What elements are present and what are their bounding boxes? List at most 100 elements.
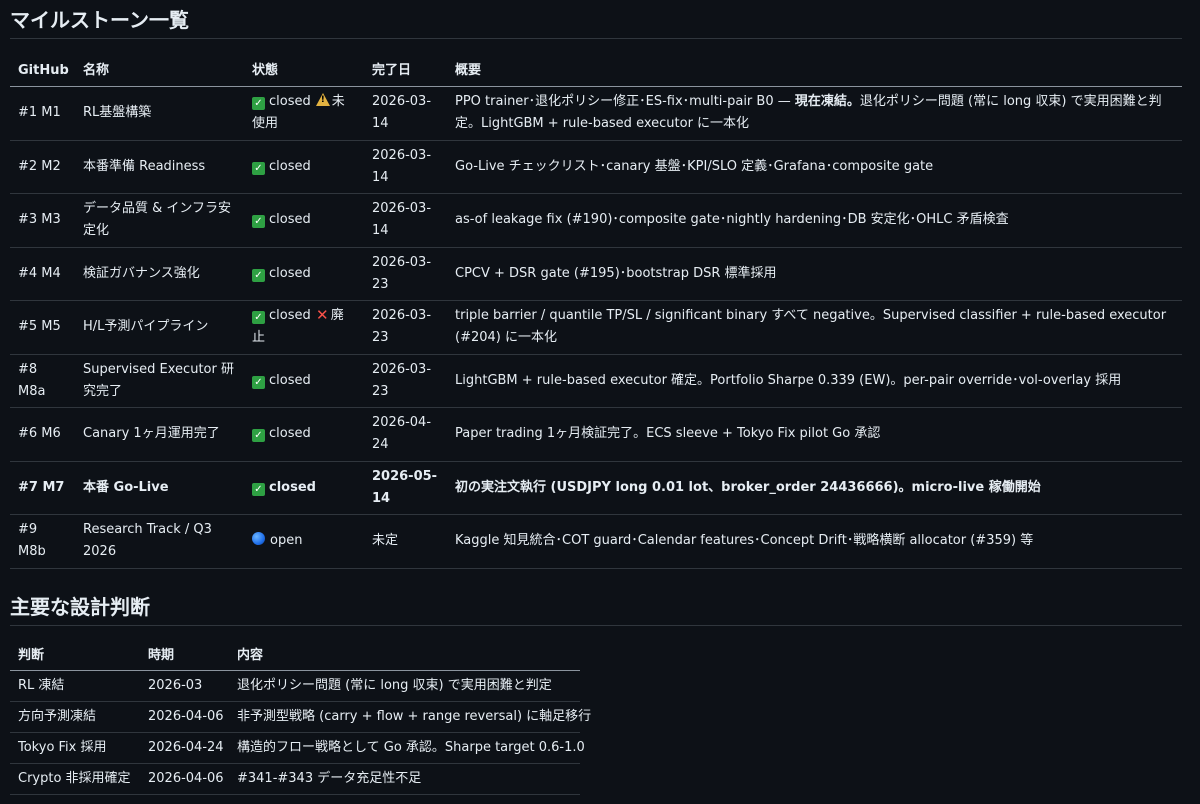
summary-text: Paper trading 1ヶ月検証完了。ECS sleeve + Tokyo…: [455, 426, 881, 442]
status-label: closed: [269, 158, 311, 174]
milestones-header-row: GitHub 名称 状態 完了日 概要: [10, 56, 1182, 87]
name-cell: 本番準備 Readiness: [75, 140, 244, 194]
period-cell: 2026-04-06: [140, 763, 229, 796]
summary-cell: CPCV + DSR gate (#195)･bootstrap DSR 標準採…: [447, 247, 1182, 301]
milestones-heading: マイルストーン一覧: [10, 2, 1182, 39]
status-cell: ✓closed未使用: [244, 86, 364, 141]
content-cell: 構造的フロー戦略として Go 承認。Sharpe target 0.6-1.0: [229, 732, 585, 765]
check-icon: ✓: [252, 429, 265, 443]
github-cell[interactable]: #8 M8a: [10, 354, 75, 408]
summary-text: CPCV + DSR gate (#195)･bootstrap DSR 標準採…: [455, 265, 777, 281]
table-row: #9 M8b Research Track / Q3 2026 open 未定 Kagg…: [10, 514, 1182, 569]
status-cell: ✓ closed: [244, 407, 364, 462]
summary-text: Kaggle 知見統合･COT guard･Calendar features･…: [455, 533, 1034, 549]
summary-text: Go-Live チェックリスト･canary 基盤･KPI/SLO 定義･Gra…: [455, 158, 934, 174]
github-cell[interactable]: #9 M8b: [10, 514, 75, 569]
col-summary: 概要: [447, 56, 1182, 87]
table-row: #3 M3 データ品質 & インフラ安定化 ✓ closed 2026-03-14 as-…: [10, 193, 1182, 248]
content-cell: 非予測型戦略 (carry + flow + range reversal) に…: [229, 701, 591, 733]
summary-text: LightGBM + rule-based executor 確定。Portfo…: [455, 372, 1122, 388]
status-cell: ✓ closed: [244, 354, 364, 408]
decision-cell: RL 凍結: [10, 670, 140, 702]
col-content: 内容: [229, 641, 580, 671]
name-cell: Research Track / Q3 2026: [75, 514, 244, 569]
github-cell[interactable]: #4 M4: [10, 247, 75, 301]
status-cell: open: [244, 514, 364, 569]
status-label: closed: [269, 265, 311, 281]
table-row: #5 M5 H/L予測パイプライン ✓ closed ✕ 廃止 2026-03-23 trip…: [10, 300, 1182, 355]
github-cell[interactable]: #6 M6: [10, 407, 75, 462]
table-row: #2 M2 本番準備 Readiness ✓ closed 2026-03-14 Go-L…: [10, 140, 1182, 194]
summary-cell: PPO trainer･退化ポリシー修正･ES-fix･multi-pair B…: [447, 86, 1182, 141]
github-cell[interactable]: #2 M2: [10, 140, 75, 194]
date-cell: 2026-03-23: [364, 300, 447, 355]
check-icon: ✓: [252, 215, 265, 229]
github-cell[interactable]: #3 M3: [10, 193, 75, 248]
summary-strong: 現在凍結。: [794, 94, 860, 110]
table-row: 方向予測凍結 2026-04-06 非予測型戦略 (carry + flow + r…: [10, 701, 591, 733]
date-cell: 2026-03-14: [364, 193, 447, 248]
date-cell: 未定: [364, 514, 447, 569]
github-cell[interactable]: #7 M7: [10, 461, 75, 515]
check-icon: ✓: [252, 268, 265, 282]
github-cell[interactable]: #5 M5: [10, 300, 75, 355]
date-cell: 2026-03-23: [364, 247, 447, 301]
check-icon: ✓: [252, 161, 265, 175]
summary-cell: Paper trading 1ヶ月検証完了。ECS sleeve + Tokyo…: [447, 407, 1182, 462]
name-cell: Canary 1ヶ月運用完了: [75, 407, 244, 462]
check-icon: ✓: [252, 375, 265, 389]
date-cell: 2026-04-24: [364, 407, 447, 462]
status-label: closed: [269, 479, 316, 495]
summary-text: triple barrier / quantile TP/SL / signif…: [455, 308, 1167, 346]
github-cell[interactable]: #1 M1: [10, 86, 75, 141]
blue-circle-icon: [252, 532, 265, 546]
status-label: open: [270, 533, 303, 549]
decision-cell: 方向予測凍結: [10, 701, 140, 733]
warning-icon: [315, 93, 330, 107]
status-cell: ✓ closed: [244, 193, 364, 248]
status-cell: ✓ closed: [244, 140, 364, 194]
summary-cell: as-of leakage fix (#190)･composite gate･…: [447, 193, 1182, 248]
name-cell: データ品質 & インフラ安定化: [75, 193, 244, 248]
table-row: #6 M6 Canary 1ヶ月運用完了 ✓ closed 2026-04-24 Pape…: [10, 407, 1182, 462]
summary-text: 初の実注文執行 (USDJPY long 0.01 lot、broker_ord…: [455, 479, 1041, 495]
check-icon: ✓: [252, 311, 265, 325]
col-status: 状態: [244, 56, 364, 87]
name-cell: 本番 Go-Live: [75, 461, 244, 515]
summary-cell: Kaggle 知見統合･COT guard･Calendar features･…: [447, 514, 1182, 569]
status-label: closed: [269, 308, 311, 324]
table-row: #8 M8a Supervised Executor 研究完了 ✓ closed 202…: [10, 354, 1182, 408]
summary-cell: triple barrier / quantile TP/SL / signif…: [447, 300, 1182, 355]
table-row: #4 M4 検証ガバナンス強化 ✓ closed 2026-03-23 CPCV + DS…: [10, 247, 1182, 301]
content-cell: 退化ポリシー問題 (常に long 収束) で実用困難と判定: [229, 670, 580, 702]
status-label: closed: [269, 94, 311, 110]
table-row: Crypto 非採用確定 2026-04-06 #341-#343 データ充足性不足: [10, 763, 580, 796]
status-cell: ✓ closed: [244, 461, 364, 515]
status-label: closed: [269, 372, 311, 388]
summary-text: PPO trainer･退化ポリシー修正･ES-fix･multi-pair B…: [455, 94, 795, 110]
status-label: closed: [269, 426, 311, 442]
table-row: #1 M1RL基盤構築✓closed未使用2026-03-14PPO train…: [10, 86, 1182, 141]
table-row: RL 凍結 2026-03 退化ポリシー問題 (常に long 収束) で実用困難と…: [10, 670, 580, 702]
summary-text: as-of leakage fix (#190)･composite gate･…: [455, 212, 1009, 228]
content-cell: #341-#343 データ充足性不足: [229, 763, 580, 796]
cross-icon: ✕: [315, 306, 329, 325]
summary-cell: 初の実注文執行 (USDJPY long 0.01 lot、broker_ord…: [447, 461, 1182, 515]
date-cell: 2026-03-23: [364, 354, 447, 408]
name-cell: 検証ガバナンス強化: [75, 247, 244, 301]
status-label: closed: [269, 212, 311, 228]
name-cell: RL基盤構築: [75, 86, 244, 141]
period-cell: 2026-04-06: [140, 701, 229, 733]
status-cell: ✓ closed: [244, 247, 364, 301]
check-icon: ✓: [252, 482, 265, 496]
check-icon: ✓: [252, 97, 265, 111]
col-name: 名称: [75, 56, 244, 87]
period-cell: 2026-03: [140, 670, 229, 702]
date-cell: 2026-03-14: [364, 140, 447, 194]
summary-cell: Go-Live チェックリスト･canary 基盤･KPI/SLO 定義･Gra…: [447, 140, 1182, 194]
name-cell: Supervised Executor 研究完了: [75, 354, 244, 408]
milestones-table: GitHub 名称 状態 完了日 概要 #1 M1RL基盤構築✓closed未使…: [10, 56, 1182, 569]
document: マイルストーン一覧 GitHub 名称 状態 完了日 概要 #1 M1 RL基盤構…: [10, 0, 1182, 796]
table-row: Tokyo Fix 採用 2026-04-24 構造的フロー戦略として Go 承認。…: [10, 732, 585, 765]
decision-cell: Crypto 非採用確定: [10, 763, 140, 796]
